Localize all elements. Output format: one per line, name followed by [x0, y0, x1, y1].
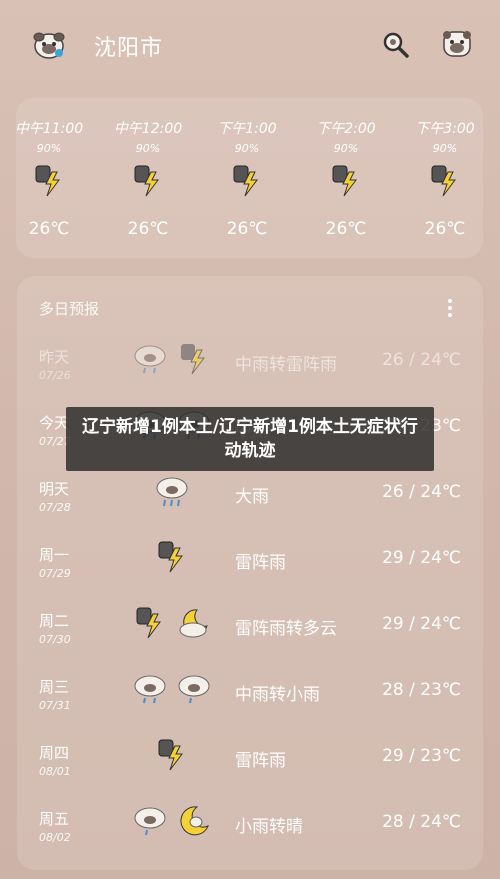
hourly-temp: 26℃	[127, 219, 169, 239]
daily-condition: 中雨转雷阵雨	[235, 355, 337, 375]
daily-condition: 大雨	[235, 487, 269, 507]
thunderstorm-icon	[332, 165, 357, 197]
more-vertical-icon[interactable]	[441, 296, 459, 320]
thunderstorm-icon	[431, 165, 456, 197]
moon-clear-icon	[180, 806, 209, 836]
daily-condition: 雷阵雨	[235, 751, 286, 771]
daily-condition: 小雨转晴	[235, 817, 303, 837]
thunderstorm-icon	[134, 165, 159, 197]
daily-date: 07/26	[39, 369, 71, 382]
daily-condition: 雷阵雨	[235, 553, 286, 573]
daily-date: 08/01	[39, 765, 71, 778]
hourly-time: 中午11:00	[14, 121, 84, 137]
daily-forecast-card: 多日预报 昨天 07/26 中雨转雷阵雨 26 / 24℃ 今天 07/27 2…	[17, 276, 483, 870]
thunderstorm-icon	[158, 739, 183, 771]
cloud-rain-icon	[178, 675, 210, 704]
daily-temp-range: 28 / 23℃	[382, 680, 461, 700]
daily-row[interactable]: 周五 08/02 小雨转晴 28 / 24℃	[17, 804, 483, 870]
hourly-temp: 26℃	[28, 219, 70, 239]
daily-date: 07/30	[39, 633, 71, 646]
daily-day: 周三	[39, 678, 70, 696]
daily-temp-range: 29 / 24℃	[382, 548, 461, 568]
hourly-precip: 90%	[234, 142, 260, 155]
daily-condition: 中雨转小雨	[235, 685, 320, 705]
daily-row[interactable]: 周二 07/30 雷阵雨转多云 29 / 24℃	[17, 606, 483, 672]
thunderstorm-icon	[233, 165, 258, 197]
cloud-heavy-rain-icon	[156, 477, 188, 507]
daily-date: 07/29	[39, 567, 71, 580]
hourly-temp: 26℃	[325, 219, 367, 239]
cloud-rain-icon	[134, 675, 166, 704]
daily-date: 07/31	[39, 699, 71, 712]
hourly-precip: 90%	[432, 142, 458, 155]
news-toast-text: 辽宁新增1例本土/辽宁新增1例本土无症状行动轨迹	[82, 417, 418, 461]
thunderstorm-icon	[181, 344, 205, 375]
cloud-rain-icon	[134, 807, 166, 836]
daily-temp-range: 26 / 24℃	[382, 350, 461, 370]
magnifier-icon[interactable]	[380, 29, 410, 59]
hourly-time: 下午1:00	[217, 121, 277, 137]
daily-row[interactable]: 明天 07/28 大雨 26 / 24℃	[17, 474, 483, 540]
hourly-temp: 26℃	[424, 219, 466, 239]
daily-date: 08/02	[39, 831, 71, 844]
cloud-rain-icon	[134, 345, 166, 374]
hourly-time: 下午3:00	[415, 121, 475, 137]
pug-icon[interactable]	[440, 26, 474, 60]
moon-cloud-icon	[179, 609, 208, 638]
city-name[interactable]: 沈阳市	[94, 30, 163, 62]
daily-temp-range: 28 / 24℃	[382, 812, 461, 832]
hourly-time: 下午2:00	[316, 121, 376, 137]
daily-day: 周二	[39, 612, 70, 630]
daily-row[interactable]: 周一 07/29 雷阵雨 29 / 24℃	[17, 540, 483, 606]
hourly-precip: 90%	[135, 142, 161, 155]
daily-condition: 雷阵雨转多云	[235, 619, 337, 639]
hourly-precip: 90%	[36, 142, 62, 155]
daily-temp-range: 29 / 23℃	[382, 746, 461, 766]
daily-day: 明天	[39, 480, 70, 498]
daily-row[interactable]: 周四 08/01 雷阵雨 29 / 23℃	[17, 738, 483, 804]
news-toast[interactable]: 辽宁新增1例本土/辽宁新增1例本土无症状行动轨迹	[66, 407, 434, 471]
daily-day: 周一	[39, 546, 70, 564]
daily-row[interactable]: 周三 07/31 中雨转小雨 28 / 23℃	[17, 672, 483, 738]
daily-day: 周四	[39, 744, 70, 762]
app-header: 沈阳市	[0, 0, 500, 90]
daily-day: 周五	[39, 810, 70, 828]
daily-temp-range: 29 / 24℃	[382, 614, 461, 634]
hourly-time: 中午12:00	[113, 121, 183, 137]
daily-date: 07/28	[39, 501, 71, 514]
daily-day: 昨天	[39, 348, 70, 366]
hourly-forecast-card[interactable]: 中午11:00 90% 26℃ 中午12:00 90% 26℃ 下午1:00 9…	[15, 98, 483, 258]
daily-row[interactable]: 昨天 07/26 中雨转雷阵雨 26 / 24℃	[17, 342, 483, 408]
daily-temp-range: 26 / 24℃	[382, 482, 461, 502]
daily-forecast-title: 多日预报	[39, 300, 100, 318]
thunderstorm-icon	[136, 607, 161, 639]
thunderstorm-icon	[35, 165, 60, 197]
daily-day: 今天	[39, 414, 70, 432]
hourly-temp: 26℃	[226, 219, 268, 239]
hourly-precip: 90%	[333, 142, 359, 155]
pug-icon[interactable]	[32, 27, 66, 61]
thunderstorm-icon	[158, 541, 183, 573]
